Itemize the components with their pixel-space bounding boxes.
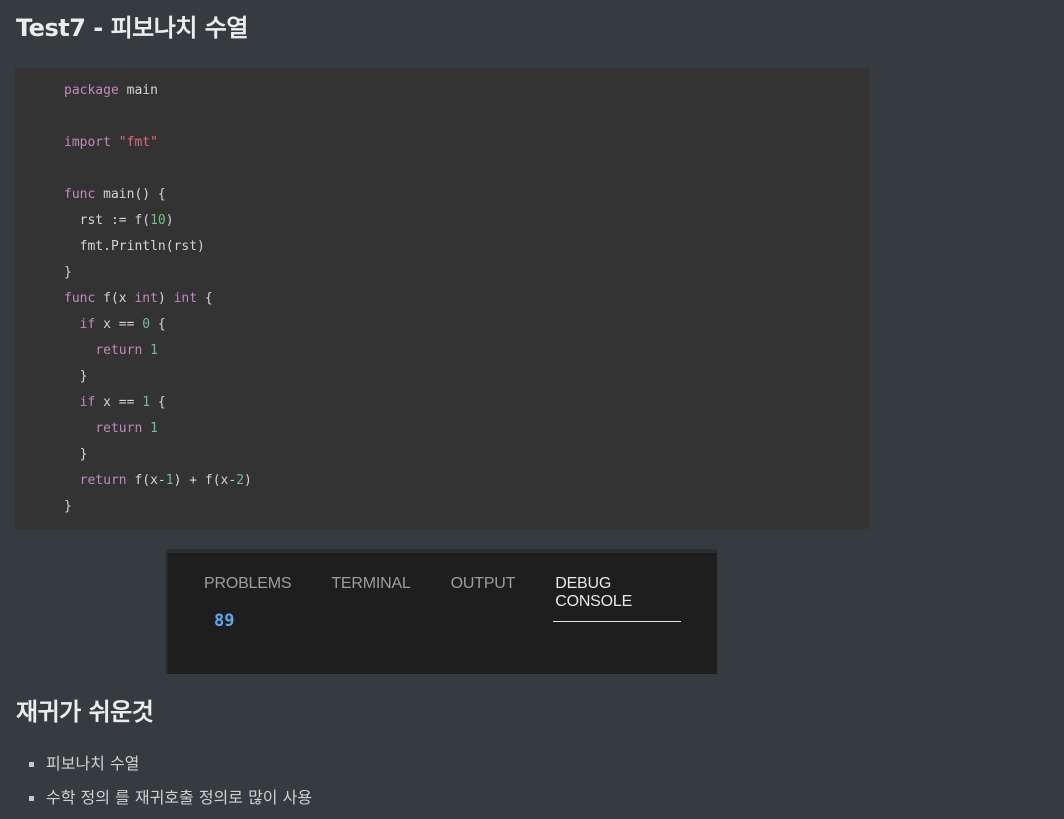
code-line: import "fmt" xyxy=(64,130,869,156)
code-line: } xyxy=(64,494,869,520)
code-line: } xyxy=(64,260,869,286)
code-token: } xyxy=(64,499,72,514)
code-token: 1 xyxy=(150,343,158,358)
page-title: Test7 - 피보나치 수열 xyxy=(16,14,248,42)
code-line: package main xyxy=(64,78,869,104)
code-line: if x == 0 { xyxy=(64,312,869,338)
list-item: 피보나치 수열 xyxy=(0,750,312,784)
code-token: 1 xyxy=(150,421,158,436)
code-token: func xyxy=(64,291,96,306)
code-token: { xyxy=(150,395,166,410)
bullet-list: 피보나치 수열 수학 정의 를 재귀호출 정의로 많이 사용 xyxy=(0,750,312,818)
code-token: { xyxy=(197,291,213,306)
code-line: func f(x int) int { xyxy=(64,286,869,312)
code-token: main() { xyxy=(95,187,166,202)
code-token: x == xyxy=(95,395,143,410)
code-line: rst := f(10) xyxy=(64,208,869,234)
code-token: ) + f(x- xyxy=(173,473,237,488)
code-token: ) xyxy=(244,473,252,488)
code-token: ) xyxy=(165,213,174,228)
tab-debug-console[interactable]: DEBUG CONSOLE xyxy=(553,571,681,622)
code-token: if xyxy=(79,317,96,332)
code-line: return 1 xyxy=(64,338,869,364)
code-token: 2 xyxy=(236,473,245,488)
bullet-icon xyxy=(29,762,34,767)
debug-panel: PROBLEMS TERMINAL OUTPUT DEBUG CONSOLE 8… xyxy=(166,549,717,674)
code-token: f(x- xyxy=(126,473,166,488)
code-token: } xyxy=(64,265,72,280)
code-token: return xyxy=(95,421,143,436)
code-token: 0 xyxy=(142,317,151,332)
code-token: } xyxy=(64,369,88,384)
code-line: return f(x-1) + f(x-2) xyxy=(64,468,869,494)
list-item: 수학 정의 를 재귀호출 정의로 많이 사용 xyxy=(0,784,312,818)
code-token: } xyxy=(64,447,88,462)
code-token: if xyxy=(79,395,96,410)
code-token: fmt.Println(rst) xyxy=(64,239,205,254)
list-item-text: 수학 정의 를 재귀호출 정의로 많이 사용 xyxy=(46,788,313,807)
section-heading: 재귀가 쉬운것 xyxy=(16,698,154,726)
code-line: return 1 xyxy=(64,416,869,442)
code-line: } xyxy=(64,442,869,468)
code-line: if x == 1 { xyxy=(64,390,869,416)
code-block: package main import "fmt" func main() { rs… xyxy=(15,68,869,529)
code-token: 1 xyxy=(142,395,151,410)
code-token: 10 xyxy=(150,213,166,228)
code-line: } xyxy=(64,364,869,390)
code-token: main xyxy=(118,83,158,98)
code-token: f(x xyxy=(95,291,135,306)
code-token: return xyxy=(95,343,143,358)
code-token: x == xyxy=(95,317,143,332)
code-token: "fmt" xyxy=(118,135,158,150)
panel-tabs: PROBLEMS TERMINAL OUTPUT DEBUG CONSOLE xyxy=(202,571,717,622)
tab-terminal[interactable]: TERMINAL xyxy=(329,571,412,622)
code-token: rst := f( xyxy=(64,213,151,228)
code-token: int xyxy=(173,291,198,306)
code-line: func main() { xyxy=(64,182,869,208)
code-token: func xyxy=(64,187,96,202)
code-token: int xyxy=(134,291,158,306)
console-output: 89 xyxy=(214,611,235,631)
code-token: ) xyxy=(157,291,174,306)
code-line: fmt.Println(rst) xyxy=(64,234,869,260)
bullet-icon xyxy=(29,796,34,801)
list-item-text: 피보나치 수열 xyxy=(46,754,140,773)
code-token: return xyxy=(79,473,127,488)
code-token: import xyxy=(64,135,111,150)
code-token: package xyxy=(64,83,119,98)
code-token: { xyxy=(150,317,166,332)
code-token: 1 xyxy=(165,473,174,488)
tab-output[interactable]: OUTPUT xyxy=(449,571,518,622)
